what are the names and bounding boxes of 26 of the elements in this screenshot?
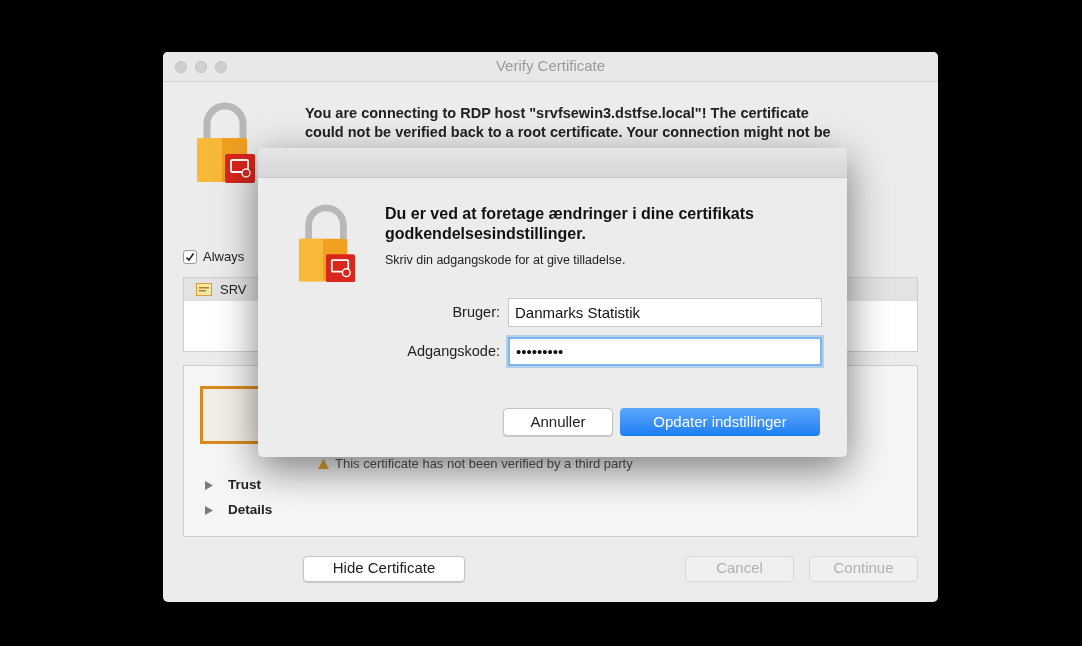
button[interactable]: Hide Certificate	[303, 555, 465, 582]
message-text: You are connecting to RDP host "srvfsewin3.dstfse.local"! The certificate	[305, 104, 810, 123]
minimize-button[interactable]	[195, 60, 207, 73]
dialog-heading: Du er ved at foretage ændringer i dine certifikats godkendelsesindstillinger.	[385, 204, 755, 244]
input-field[interactable]: Danmarks Statistik	[508, 298, 822, 328]
close-button[interactable]	[175, 60, 187, 73]
button[interactable]: Annuller	[503, 408, 613, 437]
checkbox[interactable]	[183, 250, 197, 264]
padlock-icon	[297, 204, 355, 283]
zoom-button[interactable]	[215, 60, 227, 73]
button: Continue	[809, 555, 918, 582]
disclosure-label: Trust	[228, 475, 261, 494]
button: Cancel	[685, 555, 794, 582]
message-text: could not be verified back to a root certificate. Your connection might not be	[305, 123, 831, 142]
disclosure-row[interactable]: Details	[204, 501, 273, 519]
disclosure-label: Details	[228, 500, 273, 519]
dialog-subtext: Skriv din adgangskode for at give tilladelse.	[385, 252, 627, 269]
disclosure-row[interactable]: Trust	[204, 476, 273, 494]
warning-text: This certificate has not been verified by a third party	[335, 455, 633, 473]
padlock-icon	[195, 102, 255, 183]
field-label: Bruger:	[451, 302, 500, 322]
input-field[interactable]: •••••••••	[508, 337, 822, 367]
checkbox-label: Always	[203, 248, 245, 267]
window-title: Verify Certificate	[495, 56, 606, 77]
field-label: Adgangskode:	[406, 341, 500, 361]
certificate-icon	[196, 283, 212, 296]
